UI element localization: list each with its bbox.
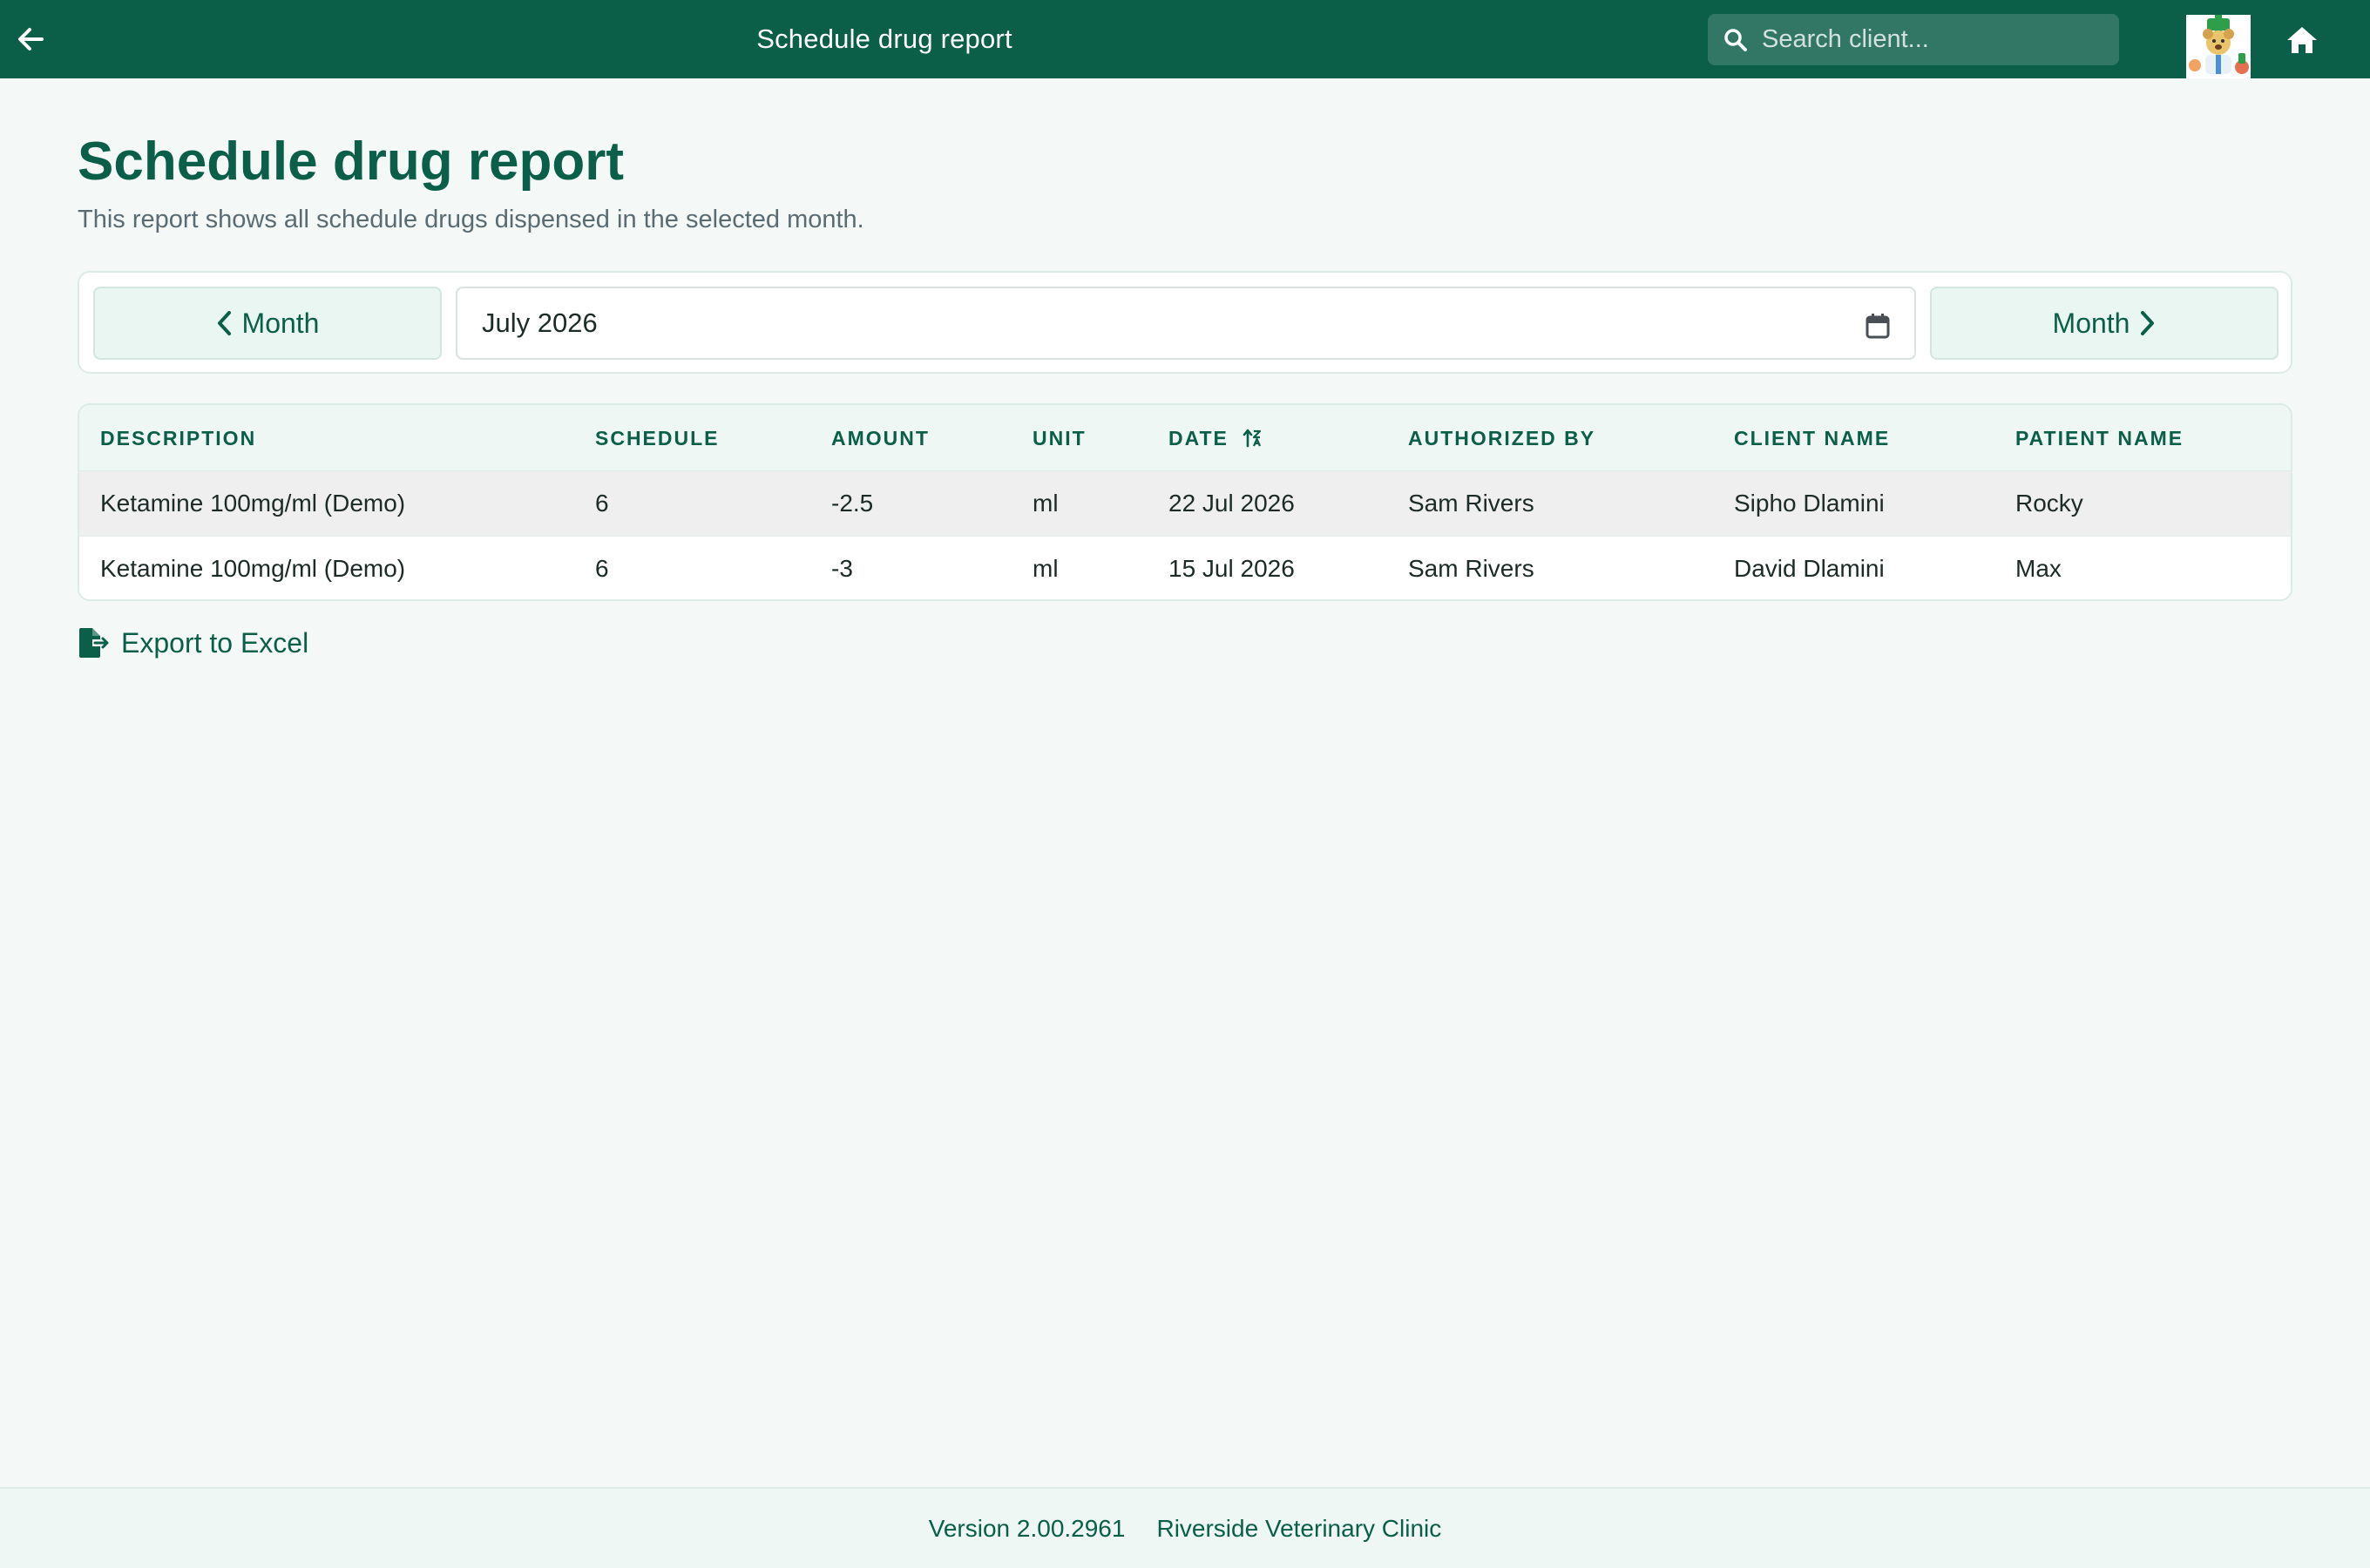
column-header-schedule[interactable]: SCHEDULE — [595, 405, 720, 471]
column-header-client-name[interactable]: CLIENT NAME — [1734, 405, 1890, 471]
cell-patient-name: Rocky — [2015, 490, 2083, 517]
page-subtitle: This report shows all schedule drugs dis… — [78, 206, 864, 233]
chevron-left-icon — [217, 311, 231, 335]
column-header-unit[interactable]: UNIT — [1033, 405, 1087, 471]
next-month-label: Month — [2052, 307, 2130, 339]
table-header: DESCRIPTION SCHEDULE AMOUNT UNIT DATE AU… — [79, 405, 2291, 471]
table-row[interactable]: Ketamine 100mg/ml (Demo) 6 -2.5 ml 22 Ju… — [79, 471, 2291, 536]
cell-description: Ketamine 100mg/ml (Demo) — [100, 555, 406, 582]
cell-authorized-by: Sam Rivers — [1408, 490, 1534, 517]
column-header-date-label: DATE — [1168, 426, 1229, 449]
file-export-icon — [79, 628, 109, 658]
sort-icon[interactable] — [1243, 428, 1263, 449]
search-box[interactable] — [1708, 14, 2119, 65]
previous-month-button[interactable]: Month — [93, 287, 442, 360]
home-icon — [2287, 27, 2317, 53]
cell-client-name: David Dlamini — [1734, 555, 1885, 582]
cell-amount: -2.5 — [831, 490, 874, 517]
cell-description: Ketamine 100mg/ml (Demo) — [100, 490, 406, 517]
search-input[interactable] — [1762, 25, 2093, 54]
previous-month-label: Month — [241, 307, 320, 339]
home-button[interactable] — [2283, 21, 2321, 59]
top-bar: Schedule drug report — [0, 0, 2370, 78]
column-header-date[interactable]: DATE — [1168, 405, 1263, 471]
cell-authorized-by: Sam Rivers — [1408, 555, 1534, 582]
cell-schedule: 6 — [595, 555, 609, 582]
cell-unit: ml — [1033, 555, 1059, 582]
version-text: Version 2.00.2961 — [928, 1514, 1126, 1542]
header-title: Schedule drug report — [756, 24, 1012, 54]
calendar-icon[interactable] — [1866, 313, 1890, 339]
chevron-right-icon — [2141, 311, 2155, 335]
cell-schedule: 6 — [595, 490, 609, 517]
export-to-excel-button[interactable]: Export to Excel — [78, 624, 308, 662]
cell-unit: ml — [1033, 490, 1059, 517]
column-header-authorized-by[interactable]: AUTHORIZED BY — [1408, 405, 1595, 471]
page-title: Schedule drug report — [78, 132, 624, 192]
clinic-name: Riverside Veterinary Clinic — [1156, 1514, 1442, 1542]
footer: Version 2.00.2961 Riverside Veterinary C… — [0, 1487, 2370, 1568]
search-icon — [1724, 28, 1747, 51]
export-label: Export to Excel — [121, 626, 309, 659]
column-header-amount[interactable]: AMOUNT — [831, 405, 930, 471]
drug-report-table: DESCRIPTION SCHEDULE AMOUNT UNIT DATE AU… — [78, 403, 2292, 601]
cell-date: 22 Jul 2026 — [1168, 490, 1295, 517]
cell-amount: -3 — [831, 555, 853, 582]
avatar[interactable] — [2186, 15, 2251, 78]
current-month-value: July 2026 — [482, 308, 598, 338]
column-header-patient-name[interactable]: PATIENT NAME — [2015, 405, 2184, 471]
cell-client-name: Sipho Dlamini — [1734, 490, 1885, 517]
table-row[interactable]: Ketamine 100mg/ml (Demo) 6 -3 ml 15 Jul … — [79, 536, 2291, 599]
clinic-logo — [2186, 15, 2251, 78]
cell-date: 15 Jul 2026 — [1168, 555, 1295, 582]
cell-patient-name: Max — [2015, 555, 2062, 582]
month-selector: Month July 2026 Month — [78, 271, 2292, 374]
next-month-button[interactable]: Month — [1930, 287, 2279, 360]
month-picker-field[interactable]: July 2026 — [456, 287, 1916, 360]
column-header-description[interactable]: DESCRIPTION — [100, 405, 256, 471]
